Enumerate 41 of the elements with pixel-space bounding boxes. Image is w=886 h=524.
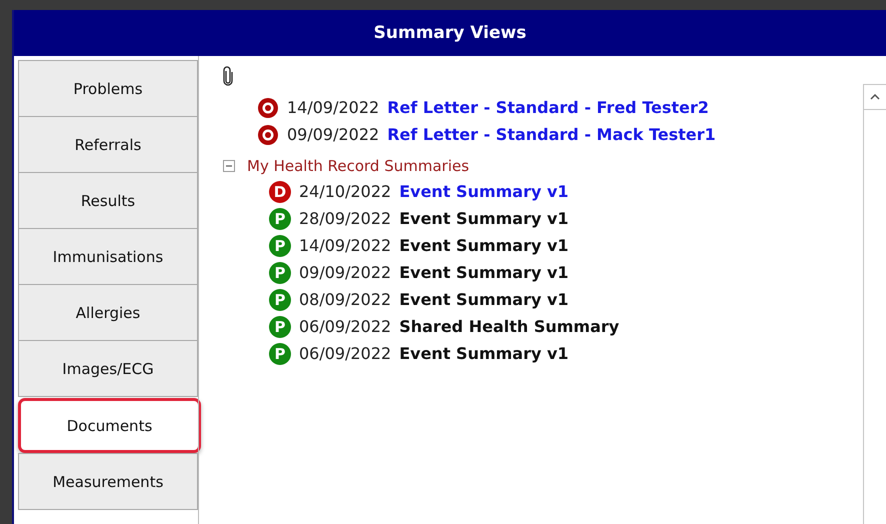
document-date: 14/09/2022 [299,236,392,255]
sidebar-tab[interactable]: Allergies [18,284,198,341]
document-link[interactable]: Event Summary v1 [399,236,569,255]
sidebar-tab[interactable]: Problems [18,60,198,117]
scrollbar[interactable] [863,84,886,524]
document-link[interactable]: Event Summary v1 [399,263,569,282]
status-badge: P [269,262,291,284]
document-date: 06/09/2022 [299,317,392,336]
group-label: My Health Record Summaries [247,157,470,175]
status-badge: P [269,208,291,230]
paperclip-icon [223,66,233,86]
window-title: Summary Views [14,10,886,56]
scroll-up-icon[interactable] [870,94,880,100]
collapse-icon[interactable] [223,160,235,172]
document-date: 14/09/2022 [287,98,380,117]
document-link[interactable]: Shared Health Summary [399,317,620,336]
document-link[interactable]: Ref Letter - Standard - Mack Tester1 [387,125,716,144]
document-date: 06/09/2022 [299,344,392,363]
document-link[interactable]: Event Summary v1 [399,344,569,363]
document-date: 09/09/2022 [287,125,380,144]
document-link[interactable]: Event Summary v1 [399,182,569,201]
document-link[interactable]: Event Summary v1 [399,209,569,228]
document-date: 28/09/2022 [299,209,392,228]
sidebar-tab[interactable]: Measurements [18,453,198,510]
status-badge: P [269,234,291,256]
sidebar-tab[interactable]: Immunisations [18,228,198,285]
target-icon [257,96,279,118]
document-link[interactable]: Event Summary v1 [399,290,569,309]
status-badge: P [269,342,291,364]
document-link[interactable]: Ref Letter - Standard - Fred Tester2 [387,98,709,117]
status-badge: P [269,288,291,310]
sidebar-tab[interactable]: Referrals [18,116,198,173]
sidebar-tab[interactable]: Documents [18,398,201,453]
document-date: 24/10/2022 [299,182,392,201]
status-badge: P [269,316,291,338]
sidebar-tab[interactable]: Results [18,172,198,229]
document-date: 08/09/2022 [299,290,392,309]
target-icon [257,124,279,146]
document-date: 09/09/2022 [299,263,392,282]
status-badge: D [269,180,291,202]
sidebar-tab[interactable]: Images/ECG [18,340,198,397]
